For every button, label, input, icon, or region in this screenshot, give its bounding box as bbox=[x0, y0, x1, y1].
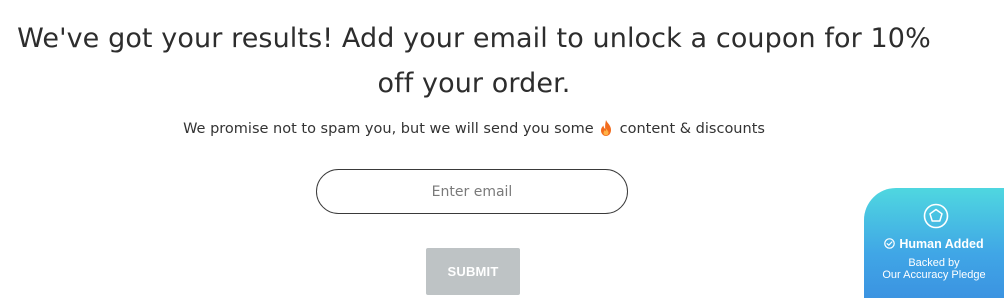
human-added-badge[interactable]: Human Added Backed by Our Accuracy Pledg… bbox=[864, 188, 1004, 298]
check-circle-icon bbox=[884, 238, 896, 249]
page-title-line-2: off your order. bbox=[377, 68, 571, 99]
submit-button[interactable]: SUBMIT bbox=[426, 248, 520, 295]
badge-title-text: Human Added bbox=[899, 237, 984, 251]
email-field[interactable] bbox=[316, 169, 628, 214]
page-title: We've got your results! Add your email t… bbox=[0, 16, 948, 106]
promise-text: We promise not to spam you, but we will … bbox=[0, 119, 948, 139]
page: We've got your results! Add your email t… bbox=[0, 0, 1004, 298]
badge-subtitle-line-1: Backed by bbox=[908, 257, 960, 269]
promise-text-end: content & discounts bbox=[619, 121, 765, 137]
fire-icon bbox=[600, 120, 612, 136]
badge-subtitle: Backed by Our Accuracy Pledge bbox=[864, 257, 1004, 281]
badge-title: Human Added bbox=[864, 237, 1004, 251]
page-title-line-1: We've got your results! Add your email t… bbox=[17, 23, 931, 54]
pentagon-logo-icon bbox=[923, 203, 949, 229]
promise-text-start: We promise not to spam you, but we will … bbox=[183, 121, 594, 137]
badge-subtitle-line-2: Our Accuracy Pledge bbox=[882, 269, 986, 281]
